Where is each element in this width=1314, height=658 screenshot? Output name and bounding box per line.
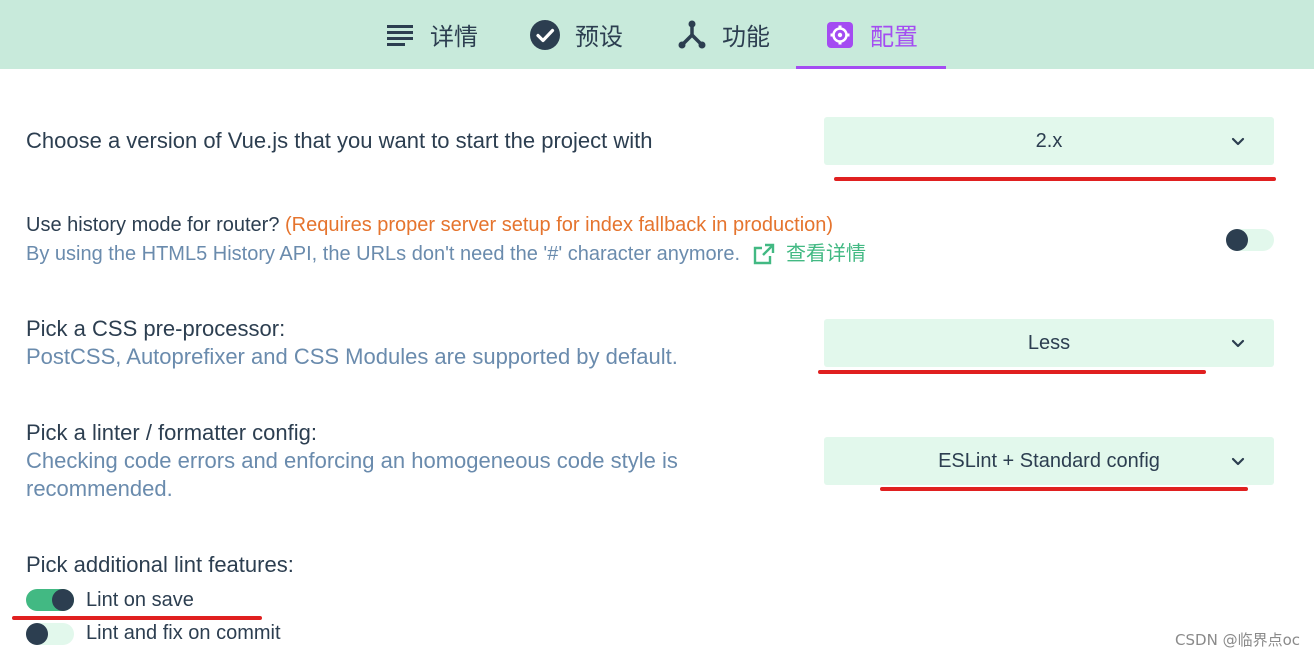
tab-bar: 详情 预设 功能 配置 bbox=[0, 0, 1314, 69]
tab-details-label: 详情 bbox=[430, 23, 478, 51]
toggle-knob bbox=[1226, 229, 1248, 251]
chevron-down-icon bbox=[1231, 339, 1245, 348]
linter-label: Pick a linter / formatter config: bbox=[26, 420, 317, 445]
css-preprocessor-description: PostCSS, Autoprefixer and CSS Modules ar… bbox=[26, 344, 678, 369]
toggle-knob bbox=[52, 589, 74, 611]
vue-version-select[interactable]: 2.x bbox=[824, 117, 1274, 165]
lint-features-label: Pick additional lint features: bbox=[26, 552, 294, 577]
css-preprocessor-label: Pick a CSS pre-processor: bbox=[26, 316, 286, 341]
vue-version-value: 2.x bbox=[1035, 129, 1063, 152]
history-mode-toggle[interactable] bbox=[1226, 229, 1274, 251]
linter-description: Checking code errors and enforcing an ho… bbox=[26, 448, 678, 473]
linter-description-cont: recommended. bbox=[26, 476, 173, 501]
external-link-icon bbox=[752, 242, 776, 266]
css-preprocessor-value: Less bbox=[1027, 331, 1071, 354]
check-circle-icon bbox=[529, 19, 561, 51]
history-mode-description: By using the HTML5 History API, the URLs… bbox=[26, 240, 866, 268]
tab-configuration[interactable]: 配置 bbox=[796, 0, 946, 69]
tab-presets[interactable]: 预设 bbox=[529, 0, 623, 69]
tab-configuration-label: 配置 bbox=[870, 23, 918, 51]
tab-presets-label: 预设 bbox=[575, 23, 623, 51]
chevron-down-icon bbox=[1231, 137, 1245, 146]
toggle-knob bbox=[26, 623, 48, 645]
annotation-underline bbox=[818, 370, 1206, 374]
vue-version-label: Choose a version of Vue.js that you want… bbox=[26, 128, 653, 153]
fork-icon bbox=[676, 19, 708, 51]
linter-select[interactable]: ESLint + Standard config bbox=[824, 437, 1274, 485]
history-mode-label: Use history mode for router? (Requires p… bbox=[26, 211, 833, 239]
tab-features-label: 功能 bbox=[722, 23, 770, 51]
lint-on-save-toggle[interactable] bbox=[26, 589, 74, 611]
annotation-underline bbox=[12, 616, 262, 620]
more-info-link-text: 查看详情 bbox=[786, 243, 867, 265]
annotation-underline bbox=[834, 177, 1276, 181]
gear-icon bbox=[824, 19, 856, 51]
tab-features[interactable]: 功能 bbox=[676, 0, 770, 69]
lint-on-save-label: Lint on save bbox=[86, 589, 194, 611]
tab-details[interactable]: 详情 bbox=[384, 0, 478, 69]
more-info-link[interactable]: 查看详情 bbox=[752, 240, 866, 268]
lint-fix-on-commit-toggle[interactable] bbox=[26, 623, 74, 645]
css-preprocessor-select[interactable]: Less bbox=[824, 319, 1274, 367]
linter-value: ESLint + Standard config bbox=[938, 449, 1160, 472]
watermark: CSDN @临界点oc bbox=[1175, 631, 1300, 649]
history-mode-description-text: By using the HTML5 History API, the URLs… bbox=[26, 243, 741, 265]
history-mode-title: Use history mode for router? bbox=[26, 214, 280, 236]
list-icon bbox=[384, 19, 416, 51]
lint-fix-on-commit-label: Lint and fix on commit bbox=[86, 622, 281, 644]
history-mode-warning: (Requires proper server setup for index … bbox=[285, 214, 834, 236]
chevron-down-icon bbox=[1231, 457, 1245, 466]
annotation-underline bbox=[880, 487, 1248, 491]
